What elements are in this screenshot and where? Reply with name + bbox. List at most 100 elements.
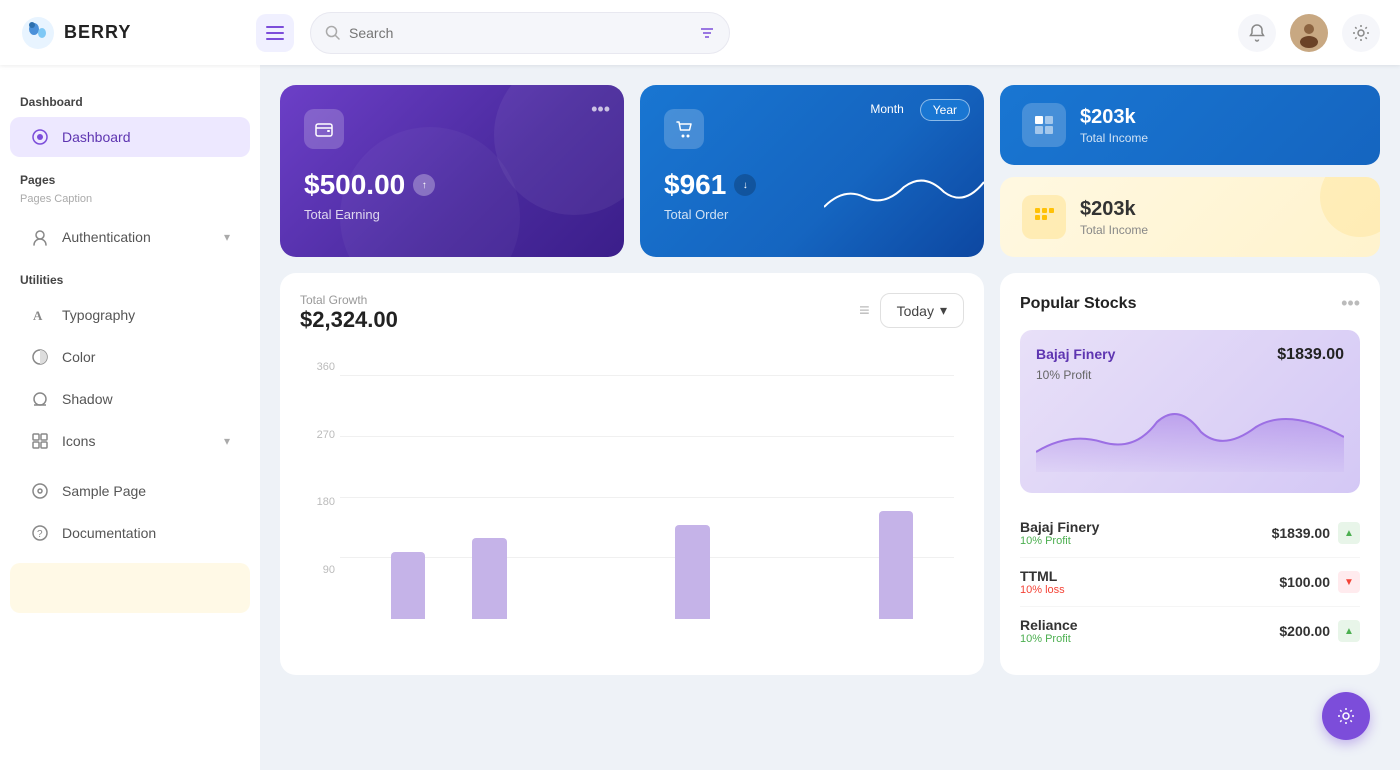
bottom-row: Total Growth $2,324.00 ≡ Today ▾ 360 bbox=[280, 273, 1380, 675]
notification-bell-button[interactable] bbox=[1238, 14, 1276, 52]
logo-area: BERRY bbox=[20, 15, 240, 51]
stock-item-info: Bajaj Finery 10% Profit bbox=[1020, 519, 1099, 547]
income-blue-amount: $203k bbox=[1080, 106, 1148, 129]
stock-profit-2: 10% loss bbox=[1020, 584, 1065, 596]
earning-card-icon bbox=[304, 109, 344, 149]
stock-up-badge-3: ▲ bbox=[1338, 620, 1360, 642]
bars-container bbox=[350, 349, 954, 619]
header: BERRY bbox=[0, 0, 1400, 65]
sidebar-item-typography[interactable]: A Typography bbox=[10, 295, 250, 335]
stock-profit-3: 10% Profit bbox=[1020, 633, 1078, 645]
stock-price-1: $1839.00 bbox=[1272, 525, 1330, 541]
sidebar-item-sample-page[interactable]: Sample Page bbox=[10, 471, 250, 511]
order-trend-icon: ↓ bbox=[734, 174, 756, 196]
chevron-down-icon: ▾ bbox=[224, 230, 230, 244]
documentation-icon: ? bbox=[30, 523, 50, 543]
today-chevron-icon: ▾ bbox=[940, 302, 947, 319]
list-item: Reliance 10% Profit $200.00 ▲ bbox=[1020, 607, 1360, 655]
sidebar-item-shadow[interactable]: Shadow bbox=[10, 379, 250, 419]
sidebar-item-authentication[interactable]: Authentication ▾ bbox=[10, 217, 250, 257]
list-item: Bajaj Finery 10% Profit $1839.00 ▲ bbox=[1020, 509, 1360, 558]
card-total-order: Month Year $961 ↓ Total Order bbox=[640, 85, 984, 257]
stocks-menu-icon[interactable]: ••• bbox=[1341, 293, 1360, 314]
shopping-icon bbox=[674, 119, 694, 139]
bar-lavender bbox=[391, 552, 426, 620]
featured-stock-profit: 10% Profit bbox=[1036, 368, 1344, 382]
bar-lavender bbox=[472, 538, 507, 619]
svg-text:A: A bbox=[33, 308, 43, 323]
user-avatar[interactable] bbox=[1290, 14, 1328, 52]
authentication-icon bbox=[30, 227, 50, 247]
bar-lavender bbox=[879, 511, 914, 619]
hamburger-button[interactable] bbox=[256, 14, 294, 52]
wave-chart-icon bbox=[824, 167, 984, 227]
income-yellow-icon-box bbox=[1022, 195, 1066, 239]
bar-group bbox=[675, 525, 710, 620]
stock-price-area-3: $200.00 ▲ bbox=[1279, 620, 1360, 642]
card-income-blue: $203k Total Income bbox=[1000, 85, 1380, 165]
stock-price-3: $200.00 bbox=[1279, 623, 1330, 639]
chart-title-area: Total Growth $2,324.00 bbox=[300, 293, 398, 333]
featured-stock-price: $1839.00 bbox=[1277, 346, 1344, 364]
income-yellow-amount: $203k bbox=[1080, 198, 1148, 221]
avatar-image bbox=[1294, 18, 1324, 48]
content-area: $500.00 ↑ Total Earning ••• Month Year bbox=[260, 65, 1400, 770]
filter-icon[interactable] bbox=[699, 25, 715, 41]
stock-item-info: Reliance 10% Profit bbox=[1020, 617, 1078, 645]
stock-price-2: $100.00 bbox=[1279, 574, 1330, 590]
logo-text: BERRY bbox=[64, 22, 131, 43]
grid-icon bbox=[1033, 206, 1055, 228]
stock-name-3: Reliance bbox=[1020, 617, 1078, 633]
sidebar-item-documentation[interactable]: ? Documentation bbox=[10, 513, 250, 553]
hamburger-icon bbox=[266, 26, 284, 40]
list-item: TTML 10% loss $100.00 ▼ bbox=[1020, 558, 1360, 607]
stock-price-area-2: $100.00 ▼ bbox=[1279, 571, 1360, 593]
stock-price-area-1: $1839.00 ▲ bbox=[1272, 522, 1360, 544]
bar-group bbox=[391, 552, 426, 620]
earning-card-menu-icon[interactable]: ••• bbox=[591, 99, 610, 120]
chart-header: Total Growth $2,324.00 ≡ Today ▾ bbox=[300, 293, 964, 333]
earning-amount: $500.00 ↑ bbox=[304, 169, 600, 201]
bell-icon bbox=[1248, 24, 1266, 42]
month-year-tabs: Month Year bbox=[858, 99, 970, 121]
card-total-earning: $500.00 ↑ Total Earning ••• bbox=[280, 85, 624, 257]
chart-menu-icon[interactable]: ≡ bbox=[859, 300, 870, 321]
y-label-360: 360 bbox=[300, 361, 335, 373]
earning-label: Total Earning bbox=[304, 207, 600, 222]
sidebar-item-dashboard[interactable]: Dashboard bbox=[10, 117, 250, 157]
settings-button[interactable] bbox=[1342, 14, 1380, 52]
y-label-90: 90 bbox=[300, 564, 335, 576]
stock-item-info: TTML 10% loss bbox=[1020, 568, 1065, 596]
fab-settings-button[interactable] bbox=[1322, 692, 1370, 740]
sample-page-icon bbox=[30, 481, 50, 501]
featured-stock: Bajaj Finery $1839.00 10% Profit bbox=[1020, 330, 1360, 493]
earning-trend-icon: ↑ bbox=[413, 174, 435, 196]
order-card-icon bbox=[664, 109, 704, 149]
stocks-card: Popular Stocks ••• Bajaj Finery $1839.00… bbox=[1000, 273, 1380, 675]
chart-title: Total Growth bbox=[300, 293, 398, 307]
year-tab[interactable]: Year bbox=[920, 99, 970, 121]
logo-icon bbox=[20, 15, 56, 51]
sidebar-item-icons[interactable]: Icons ▾ bbox=[10, 421, 250, 461]
sidebar-item-color[interactable]: Color bbox=[10, 337, 250, 377]
gear-icon bbox=[1352, 24, 1370, 42]
sidebar-item-dashboard-label: Dashboard bbox=[62, 129, 230, 145]
sidebar-section-utilities: Utilities bbox=[0, 273, 260, 293]
sidebar-section-pages: Pages bbox=[0, 173, 260, 193]
bar-group bbox=[472, 538, 507, 619]
stocks-header: Popular Stocks ••• bbox=[1020, 293, 1360, 314]
sidebar-item-typography-label: Typography bbox=[62, 307, 230, 323]
y-label-180: 180 bbox=[300, 496, 335, 508]
income-yellow-label: Total Income bbox=[1080, 223, 1148, 237]
typography-icon: A bbox=[30, 305, 50, 325]
search-input[interactable] bbox=[349, 25, 691, 41]
today-filter-button[interactable]: Today ▾ bbox=[880, 293, 964, 328]
sidebar-item-shadow-label: Shadow bbox=[62, 391, 230, 407]
sidebar-item-documentation-label: Documentation bbox=[62, 525, 230, 541]
month-tab[interactable]: Month bbox=[858, 99, 915, 121]
main-layout: Dashboard Dashboard Pages Pages Caption … bbox=[0, 65, 1400, 770]
sidebar-item-icons-label: Icons bbox=[62, 433, 212, 449]
stock-name-2: TTML bbox=[1020, 568, 1065, 584]
stock-up-badge-1: ▲ bbox=[1338, 522, 1360, 544]
sidebar: Dashboard Dashboard Pages Pages Caption … bbox=[0, 65, 260, 770]
